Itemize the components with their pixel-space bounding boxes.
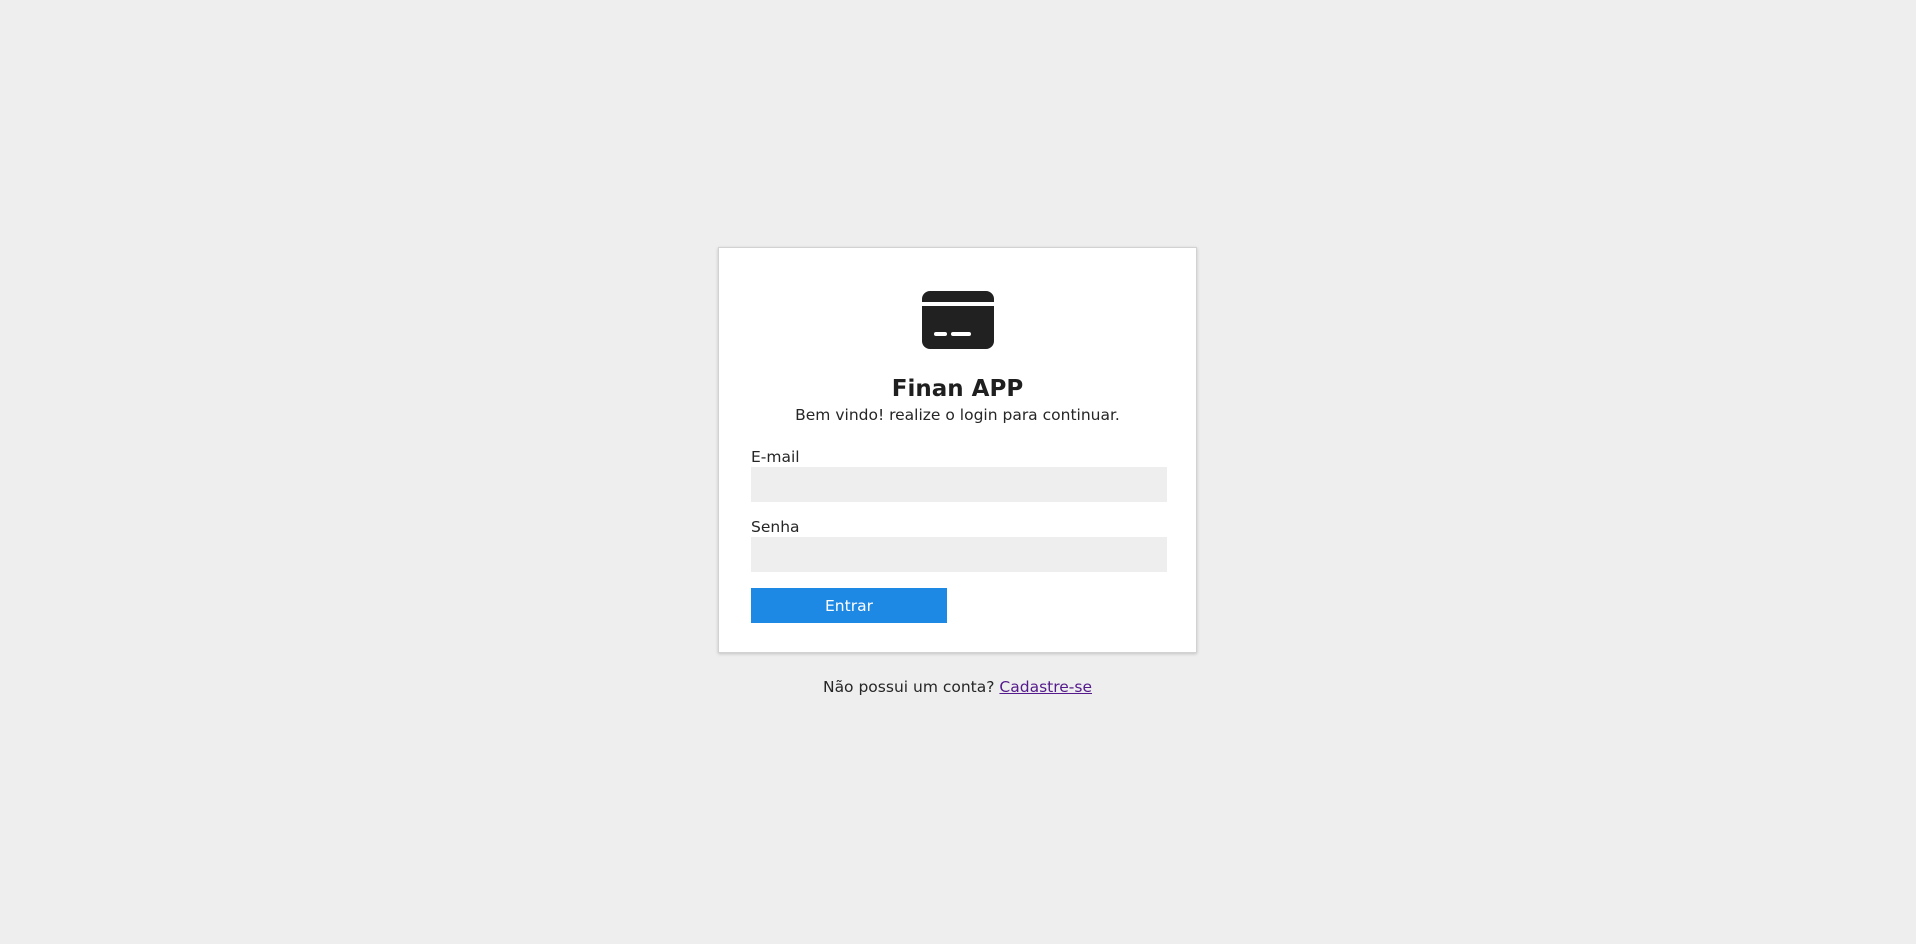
password-field[interactable] (751, 537, 1167, 572)
email-field[interactable] (751, 467, 1167, 502)
email-label: E-mail (751, 448, 800, 466)
login-card: Finan APP Bem vindo! realize o login par… (718, 247, 1197, 653)
login-button[interactable]: Entrar (751, 588, 947, 623)
welcome-subtitle: Bem vindo! realize o login para continua… (795, 406, 1120, 424)
signup-link[interactable]: Cadastre-se (999, 678, 1092, 696)
app-title: Finan APP (891, 376, 1024, 402)
signup-prompt-text: Não possui um conta? (822, 678, 995, 696)
signup-prompt: Não possui um conta? Cadastre-se (718, 677, 1197, 697)
credit-card-icon (922, 291, 994, 349)
password-label: Senha (751, 518, 800, 536)
